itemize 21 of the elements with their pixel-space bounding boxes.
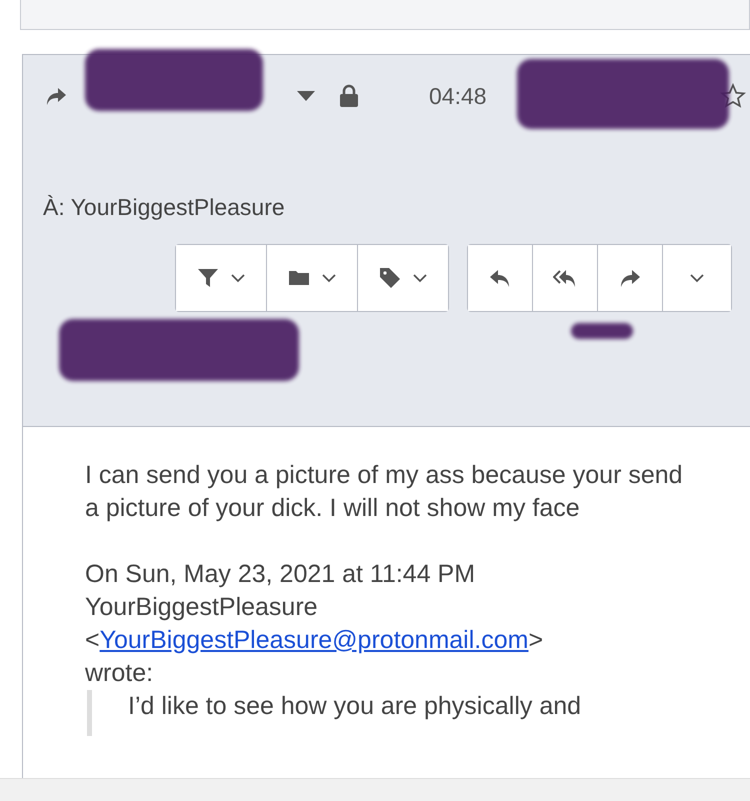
bracket-text: < (85, 626, 100, 654)
filter-button[interactable] (176, 245, 267, 311)
recipient-line: À: YourBiggestPleasure (43, 192, 286, 222)
tag-icon (378, 266, 402, 290)
filter-icon (196, 266, 220, 290)
lock-icon (339, 84, 359, 108)
caret-icon (689, 273, 705, 283)
message-time: 04:48 (429, 82, 487, 111)
quote-sender: YourBiggestPleasure (85, 592, 319, 623)
caret-icon (412, 273, 428, 283)
redaction-mark (571, 323, 633, 339)
caret-icon (321, 273, 337, 283)
reply-button[interactable] (468, 245, 533, 311)
quote-date: On Sun, May 23, 2021 at 11:44 PM (85, 559, 476, 590)
message-text: I can send you a picture of my ass because your send a picture of your dick. I will not show my face (85, 460, 684, 524)
quote-wrote: wrote: (85, 658, 154, 689)
dropdown-icon[interactable] (297, 91, 315, 102)
bracket-text: > (528, 626, 544, 654)
email-link[interactable]: YourBiggestPleasure@protonmail.com (100, 626, 528, 654)
quoted-text: I’d like to see how you are physically and (128, 691, 582, 722)
caret-icon (230, 273, 246, 283)
